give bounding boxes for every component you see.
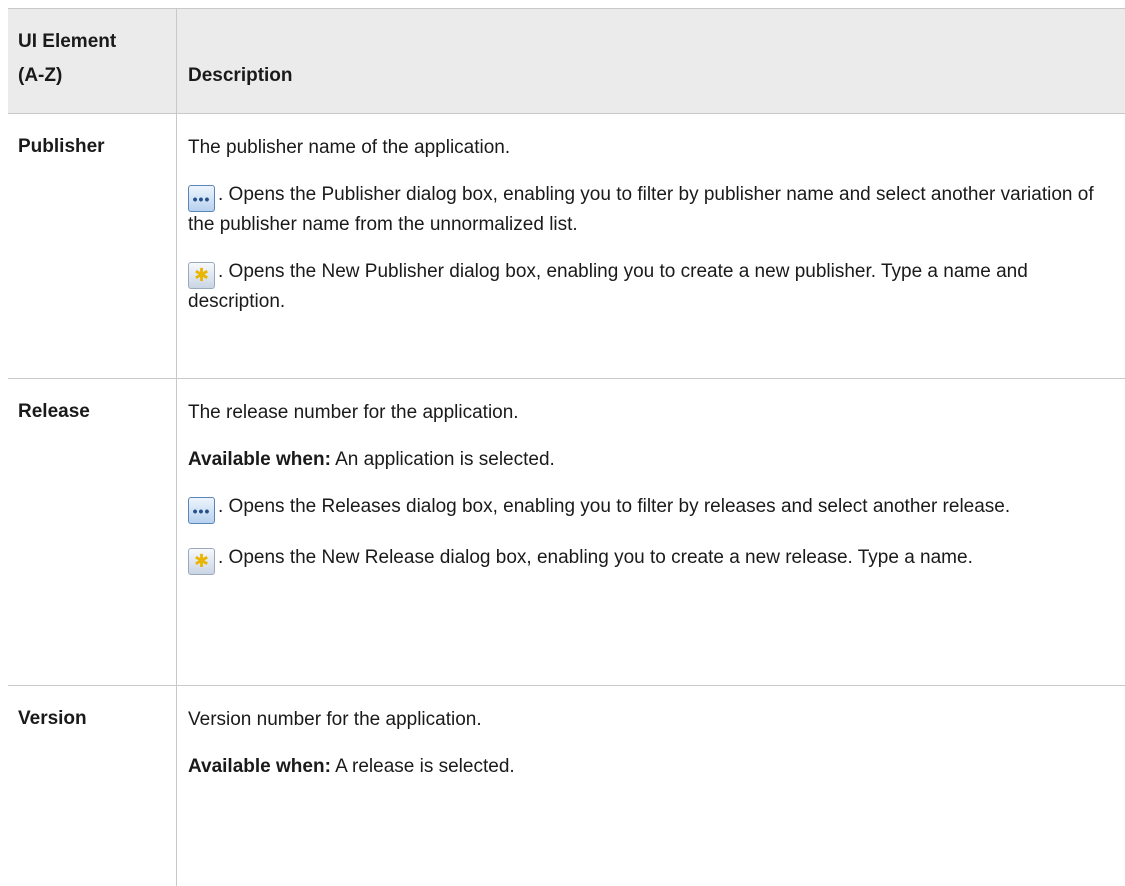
row-description: The publisher name of the application. •… — [177, 114, 1125, 378]
availability-label: Available when: — [188, 756, 331, 777]
description-text: Version number for the application. — [188, 709, 482, 730]
header-ui-element: UI Element (A-Z) — [8, 9, 177, 113]
availability-note: Available when: An application is select… — [188, 447, 1115, 473]
header-ui-element-line1: UI Element — [18, 31, 117, 52]
new-description: ✱. Opens the New Publisher dialog box, e… — [188, 259, 1115, 315]
ui-elements-table: UI Element (A-Z) Description Publisher T… — [8, 8, 1125, 886]
description-text: The publisher name of the application. — [188, 137, 511, 158]
table-row-version: Version Version number for the applicati… — [8, 686, 1125, 886]
ellipsis-button-icon: ••• — [188, 497, 215, 524]
new-star-icon: ✱ — [188, 548, 215, 575]
browse-text: . Opens the Releases dialog box, enablin… — [218, 496, 1011, 517]
row-label: Release — [8, 379, 177, 685]
table-row-publisher: Publisher The publisher name of the appl… — [8, 114, 1125, 379]
table-row-release: Release The release number for the appli… — [8, 379, 1125, 686]
row-description: Version number for the application. Avai… — [177, 686, 1125, 886]
description-text: The release number for the application. — [188, 402, 519, 423]
header-ui-element-line2: (A-Z) — [18, 65, 63, 86]
row-description: The release number for the application. … — [177, 379, 1125, 685]
header-description: Description — [188, 65, 293, 86]
new-text: . Opens the New Publisher dialog box, en… — [188, 261, 1028, 312]
row-label: Publisher — [8, 114, 177, 378]
availability-text: A release is selected. — [330, 756, 515, 777]
ellipsis-button-icon: ••• — [188, 185, 215, 212]
availability-note: Available when: A release is selected. — [188, 754, 1115, 780]
table-header: UI Element (A-Z) Description — [8, 8, 1125, 114]
new-text: . Opens the New Release dialog box, enab… — [218, 547, 973, 568]
browse-text: . Opens the Publisher dialog box, enabli… — [188, 184, 1094, 235]
new-description: ✱. Opens the New Release dialog box, ena… — [188, 545, 1115, 575]
browse-description: •••. Opens the Releases dialog box, enab… — [188, 494, 1115, 524]
new-star-icon: ✱ — [188, 262, 215, 289]
availability-label: Available when: — [188, 449, 331, 470]
availability-text: An application is selected. — [330, 449, 555, 470]
browse-description: •••. Opens the Publisher dialog box, ena… — [188, 182, 1115, 238]
row-label: Version — [8, 686, 177, 886]
